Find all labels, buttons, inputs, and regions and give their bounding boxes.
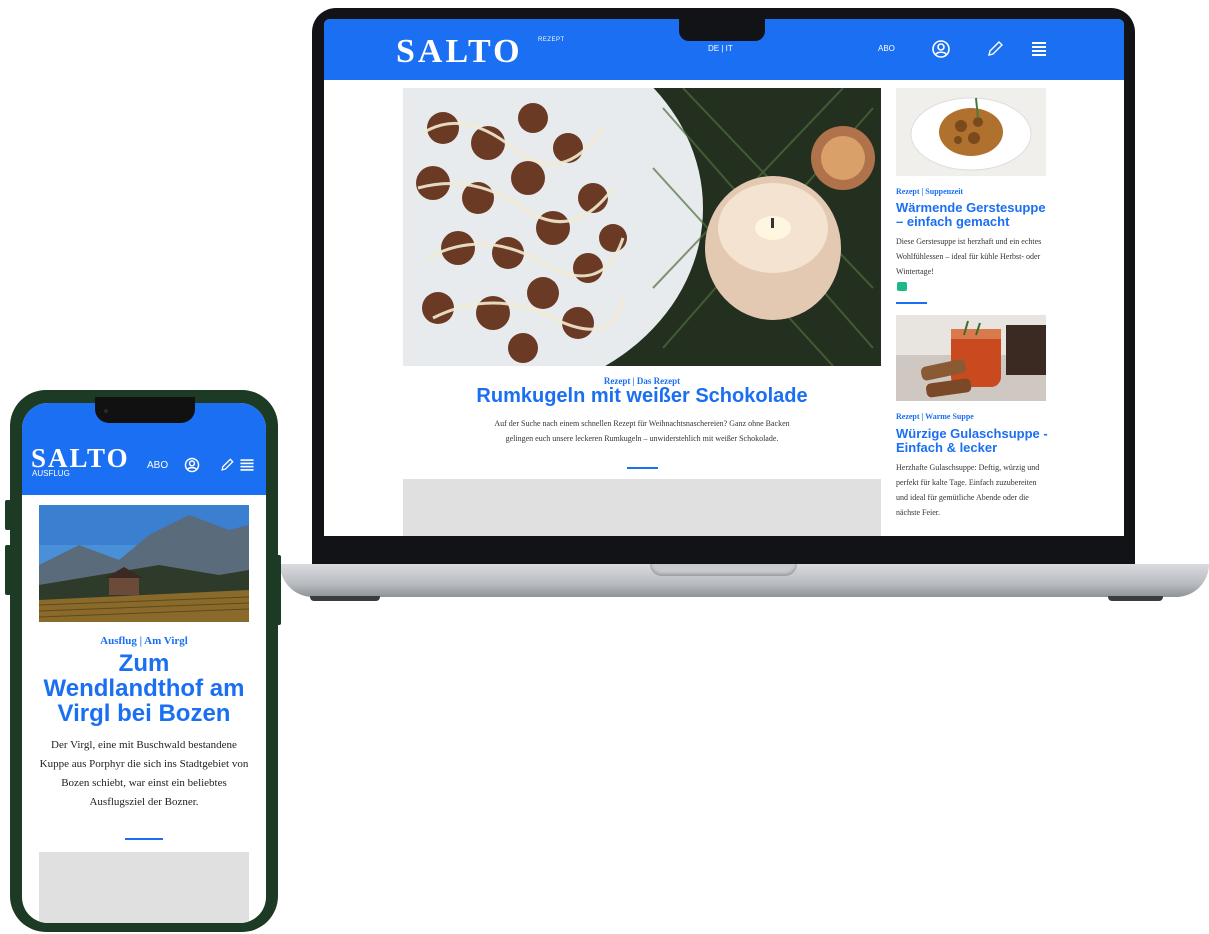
phone-screen: SALTO AUSFLUG ABO Ausflug | Am Virgl Zum… (22, 403, 266, 923)
phone-camera (104, 409, 108, 413)
pencil-icon[interactable] (984, 38, 1006, 60)
sidebar-article-image[interactable] (896, 88, 1046, 176)
sidebar-teaser: Herzhafte Gulaschsuppe: Deftig, würzig u… (896, 463, 1040, 517)
abo-link[interactable]: ABO (147, 460, 168, 471)
article-hero-image[interactable] (39, 505, 249, 622)
laptop-screen: SALTO REZEPT DE | IT ABO Rezept | Das Re… (324, 19, 1124, 536)
sidebar-teaser: Diese Gerstesuppe ist herzhaft und ein e… (896, 237, 1042, 276)
language-switch[interactable]: DE | IT (708, 44, 733, 53)
laptop-foot (1108, 596, 1163, 601)
ad-placeholder (39, 852, 249, 923)
site-logo[interactable]: SALTO (396, 33, 523, 71)
sidebar-category[interactable]: Rezept | Suppenzeit (896, 187, 963, 196)
divider (627, 467, 658, 469)
article-teaser: Auf der Suche nach einem schnellen Rezep… (494, 419, 790, 443)
abo-link[interactable]: ABO (878, 44, 895, 53)
phone-side-button (5, 545, 11, 595)
divider (896, 302, 927, 304)
laptop-lid-groove (650, 564, 797, 576)
sidebar-article-image[interactable] (896, 315, 1046, 401)
section-label: AUSFLUG (32, 469, 70, 478)
sidebar-title[interactable]: Wärmende Gerstesuppe – einfach gemacht (896, 201, 1051, 229)
comment-icon[interactable] (897, 282, 907, 291)
laptop-bezel (312, 536, 1135, 564)
sidebar-category[interactable]: Rezept | Warme Suppe (896, 412, 974, 421)
pencil-icon[interactable] (218, 456, 236, 474)
hamburger-menu-icon[interactable] (1028, 38, 1050, 60)
section-label: REZEPT (538, 37, 565, 43)
article-title[interactable]: Zum Wendlandthof am Virgl bei Bozen (39, 651, 249, 726)
laptop-camera-notch (679, 19, 765, 41)
phone-side-button (5, 500, 11, 530)
article-teaser: Der Virgl, eine mit Buschwald bestandene… (39, 739, 249, 808)
phone-side-button (276, 555, 281, 625)
ad-placeholder (403, 479, 881, 536)
user-circle-icon[interactable] (183, 456, 201, 474)
article-category[interactable]: Ausflug | Am Virgl (22, 635, 266, 647)
phone-notch (95, 397, 195, 423)
article-title[interactable]: Rumkugeln mit weißer Schokolade (403, 385, 881, 408)
divider (125, 838, 163, 840)
laptop-foot (310, 596, 380, 601)
article-hero-image[interactable] (403, 88, 881, 366)
sidebar-title[interactable]: Würzige Gulaschsuppe - Einfach & lecker (896, 427, 1051, 455)
user-circle-icon[interactable] (930, 38, 952, 60)
hamburger-menu-icon[interactable] (238, 456, 256, 474)
